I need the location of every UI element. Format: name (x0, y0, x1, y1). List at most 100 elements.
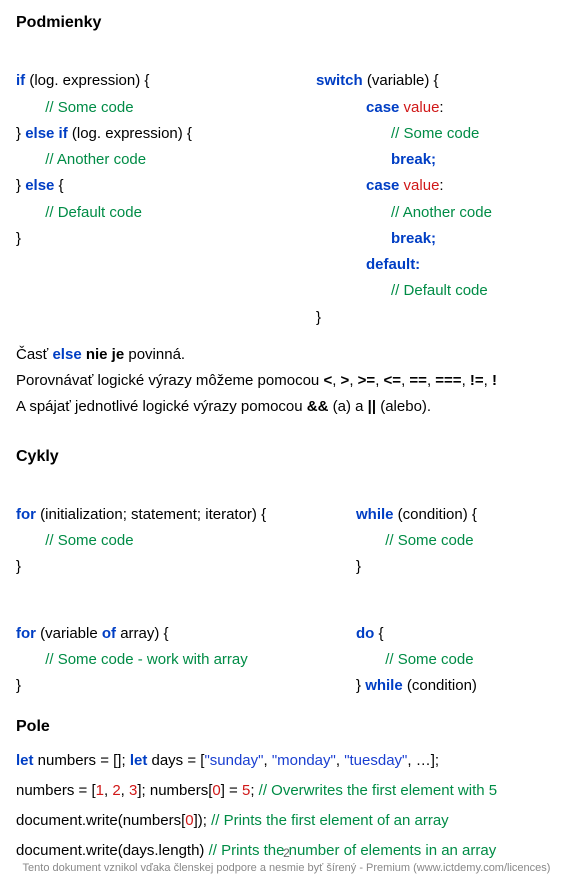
text: (variable) { (363, 72, 439, 89)
kw-break: break; (391, 230, 436, 247)
string: "sunday" (204, 752, 263, 769)
kw-while: while (365, 677, 403, 694)
number: 0 (185, 812, 193, 829)
kw-let: let (16, 752, 34, 769)
conditions-notes: Časť else nie je povinná. Porovnávať log… (16, 345, 557, 418)
page-footer: 2 Tento dokument vznikol vďaka členskej … (0, 846, 573, 874)
text: , (336, 752, 344, 769)
text: days = [ (147, 752, 204, 769)
loops-row-1: for (initialization; statement; iterator… (16, 476, 557, 589)
switch-block: switch (variable) { case value: // Some … (316, 42, 557, 331)
op: != (470, 372, 484, 389)
heading-conditions: Podmienky (16, 14, 557, 32)
kw-of: of (102, 625, 116, 642)
text: (log. expression) { (68, 125, 192, 142)
text: , (462, 372, 470, 389)
comment: // Prints the first element of an array (211, 812, 449, 829)
heading-loops: Cykly (16, 448, 557, 466)
kw-switch: switch (316, 72, 363, 89)
text: , (349, 372, 357, 389)
value: value (399, 177, 439, 194)
kw-elseif: else if (25, 125, 68, 142)
text: : (439, 177, 443, 194)
array-line: let numbers = []; let days = ["sunday" , … (16, 746, 557, 776)
for-block: for (initialization; statement; iterator… (16, 476, 336, 581)
kw-for: for (16, 506, 36, 523)
text: Porovnávať logické výrazy môžeme pomocou (16, 372, 323, 389)
value: value (399, 99, 439, 116)
number: 0 (212, 782, 220, 799)
kw-else: else (52, 346, 81, 363)
op: < (323, 372, 332, 389)
text: , (263, 752, 271, 769)
text: (alebo). (376, 398, 431, 415)
text: document.write(numbers[ (16, 812, 185, 829)
comment: // Some code (385, 651, 473, 668)
text-bold: nie je (82, 346, 125, 363)
comment: // Another code (45, 151, 146, 168)
note-line: Časť else nie je povinná. (16, 345, 557, 365)
text: { (374, 625, 383, 642)
text: ]; numbers[ (137, 782, 212, 799)
loops-row-2: for (variable of array) { // Some code -… (16, 595, 557, 708)
text: } (16, 677, 21, 694)
text: } (16, 230, 21, 247)
array-line: numbers = [1, 2, 3]; numbers[0] = 5; // … (16, 776, 557, 806)
kw-for: for (16, 625, 36, 642)
op: === (435, 372, 461, 389)
text: ]); (194, 812, 212, 829)
text: ; (250, 782, 258, 799)
op: && (307, 398, 329, 415)
number: 2 (112, 782, 120, 799)
footer-text: Tento dokument vznikol vďaka členskej po… (0, 862, 573, 874)
op: > (341, 372, 350, 389)
text: (condition) { (394, 506, 477, 523)
text: } (356, 558, 361, 575)
text: (initialization; statement; iterator) { (36, 506, 266, 523)
text: A spájať jednotlivé logické výrazy pomoc… (16, 398, 307, 415)
text: } (16, 177, 25, 194)
string: "monday" (272, 752, 336, 769)
text: Časť (16, 346, 52, 363)
note-line: A spájať jednotlivé logické výrazy pomoc… (16, 397, 557, 417)
array-line: document.write(numbers[0]); // Prints th… (16, 806, 557, 836)
text: numbers = []; (34, 752, 130, 769)
text: (a) a (328, 398, 367, 415)
kw-do: do (356, 625, 374, 642)
if-block: if (log. expression) { // Some code } el… (16, 42, 296, 331)
text: { (54, 177, 63, 194)
dowhile-block: do { // Some code } while (condition) (356, 595, 557, 700)
text: (condition) (403, 677, 477, 694)
kw-while: while (356, 506, 394, 523)
op: ! (492, 372, 497, 389)
number: 1 (96, 782, 104, 799)
kw-let: let (130, 752, 148, 769)
text: ] = (221, 782, 242, 799)
comment: // Some code (45, 99, 133, 116)
text: numbers = [ (16, 782, 96, 799)
kw-case: case (366, 177, 399, 194)
text: , (121, 782, 129, 799)
kw-break: break; (391, 151, 436, 168)
text: , (375, 372, 383, 389)
kw-default: default: (366, 256, 420, 273)
comment: // Some code (385, 532, 473, 549)
while-block: while (condition) { // Some code } (356, 476, 557, 581)
comment: // Some code (45, 532, 133, 549)
text: , (484, 372, 492, 389)
text: } (16, 125, 25, 142)
conditions-row: if (log. expression) { // Some code } el… (16, 42, 557, 339)
comment: // Another code (391, 204, 492, 221)
page-number: 2 (0, 846, 573, 860)
op: == (409, 372, 427, 389)
op: <= (384, 372, 402, 389)
forof-block: for (variable of array) { // Some code -… (16, 595, 336, 700)
text: array) { (116, 625, 169, 642)
comment: // Default code (45, 204, 142, 221)
kw-case: case (366, 99, 399, 116)
text: (log. expression) { (25, 72, 149, 89)
text: , …]; (407, 752, 439, 769)
note-line: Porovnávať logické výrazy môžeme pomocou… (16, 371, 557, 391)
text: povinná. (124, 346, 185, 363)
kw-else: else (25, 177, 54, 194)
